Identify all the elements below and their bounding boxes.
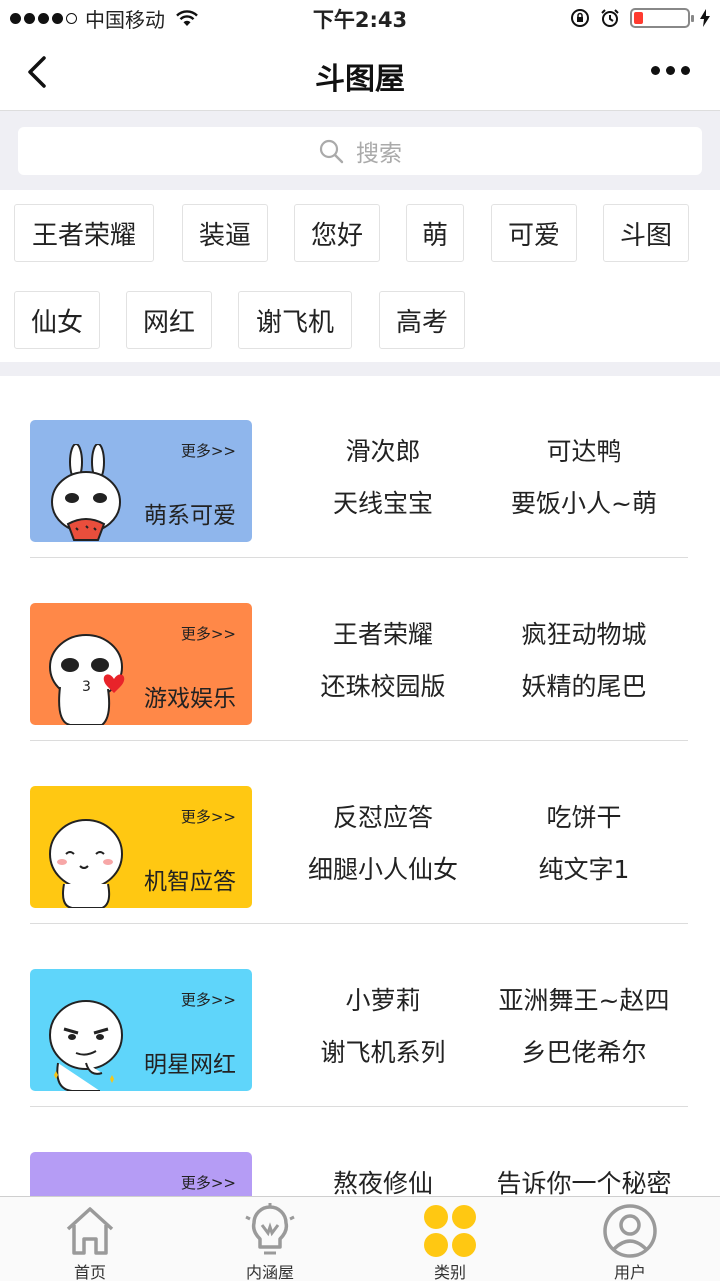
blowing-kiss-sticker-icon: 3 xyxy=(49,634,125,725)
subcategory-link[interactable]: 疯狂动物城 xyxy=(521,615,646,651)
subcategory-link[interactable]: 滑次郎 xyxy=(345,432,420,468)
lightbulb-icon xyxy=(245,1203,295,1255)
tab-neihan[interactable]: 内涵屋 xyxy=(180,1197,360,1282)
tab-label: 首页 xyxy=(73,1263,106,1282)
tag-item[interactable]: 装逼 xyxy=(182,204,268,262)
more-options-icon[interactable] xyxy=(651,66,690,75)
category-grid-icon xyxy=(424,1205,476,1257)
home-icon xyxy=(66,1207,114,1255)
tab-label: 类别 xyxy=(433,1263,466,1282)
tag-item[interactable]: 您好 xyxy=(294,204,380,262)
subcategory-link[interactable]: 亚洲舞王~赵四 xyxy=(499,981,670,1017)
cool-face-sticker-icon xyxy=(49,1000,123,1091)
row-divider xyxy=(30,923,688,924)
battery-icon xyxy=(630,8,694,28)
charging-icon xyxy=(700,9,710,27)
search-icon xyxy=(319,139,344,164)
category-row: 更多>> 明星网红 小萝莉 亚洲舞王~赵四 谢飞机系列 乡巴佬希尔 xyxy=(0,925,720,1107)
search-input[interactable]: 搜索 xyxy=(18,127,702,175)
category-row: 3 更多>> 游戏娱乐 王者荣耀 疯狂动物城 还珠校园版 妖精的尾巴 xyxy=(0,559,720,741)
search-area: 搜索 xyxy=(0,111,720,190)
page-title: 斗图屋 xyxy=(315,62,405,97)
navigation-bar: 斗图屋 xyxy=(0,36,720,111)
status-bar: 中国移动 下午2:43 xyxy=(0,0,720,36)
more-link[interactable]: 更多>> xyxy=(181,1172,236,1193)
row-divider xyxy=(30,557,688,558)
subcategory-link[interactable]: 还珠校园版 xyxy=(320,667,445,703)
face-sticker-icon xyxy=(46,1176,130,1196)
tag-item[interactable]: 网红 xyxy=(126,291,212,349)
tag-item[interactable]: 斗图 xyxy=(603,204,689,262)
subcategory-link[interactable]: 小萝莉 xyxy=(345,981,420,1017)
category-title: 游戏娱乐 xyxy=(144,686,236,712)
section-divider xyxy=(0,362,720,376)
more-link[interactable]: 更多>> xyxy=(181,440,236,461)
row-divider xyxy=(30,1106,688,1107)
category-card[interactable]: 更多>> 萌系可爱 xyxy=(30,420,252,542)
category-title: 萌系可爱 xyxy=(144,503,236,529)
tag-item[interactable]: 萌 xyxy=(406,204,464,262)
search-placeholder: 搜索 xyxy=(356,141,402,167)
alarm-icon xyxy=(601,9,619,27)
category-row: 更多>> 熬夜修仙 告诉你一个秘密 xyxy=(0,1108,720,1196)
user-icon xyxy=(603,1204,657,1258)
tab-label: 用户 xyxy=(613,1263,646,1282)
orientation-lock-icon xyxy=(571,9,589,27)
category-list: 更多>> 萌系可爱 滑次郎 可达鸭 天线宝宝 要饭小人~萌 3 更多>> 游戏娱… xyxy=(0,376,720,1196)
category-card[interactable]: 更多>> 机智应答 xyxy=(30,786,252,908)
bottom-tab-bar: 首页 内涵屋 类别 用户 xyxy=(0,1196,720,1282)
hot-tags: 王者荣耀 装逼 您好 萌 可爱 斗图 仙女 网红 谢飞机 高考 xyxy=(0,190,720,362)
subcategory-link[interactable]: 要饭小人~萌 xyxy=(511,484,657,520)
bunny-sticker-icon xyxy=(51,444,121,541)
tag-item[interactable]: 高考 xyxy=(379,291,465,349)
subcategory-link[interactable]: 可达鸭 xyxy=(546,432,621,468)
subcategory-link[interactable]: 纯文字1 xyxy=(539,850,630,886)
subcategory-link[interactable]: 天线宝宝 xyxy=(333,484,433,520)
row-divider xyxy=(30,740,688,741)
tag-item[interactable]: 谢飞机 xyxy=(238,291,352,349)
tab-category[interactable]: 类别 xyxy=(360,1197,540,1282)
blushing-face-sticker-icon xyxy=(49,819,123,908)
subcategory-link[interactable]: 王者荣耀 xyxy=(333,615,433,651)
more-link[interactable]: 更多>> xyxy=(181,623,236,644)
tag-item[interactable]: 王者荣耀 xyxy=(14,204,154,262)
subcategory-link[interactable]: 吃饼干 xyxy=(546,798,621,834)
status-right xyxy=(570,6,710,30)
tag-item[interactable]: 可爱 xyxy=(491,204,577,262)
category-title: 明星网红 xyxy=(144,1052,236,1078)
subcategory-link[interactable]: 熬夜修仙 xyxy=(333,1164,433,1196)
subcategory-link[interactable]: 细腿小人仙女 xyxy=(308,850,458,886)
battery-level xyxy=(634,12,643,24)
category-row: 更多>> 萌系可爱 滑次郎 可达鸭 天线宝宝 要饭小人~萌 xyxy=(0,376,720,558)
tab-home[interactable]: 首页 xyxy=(0,1197,180,1282)
category-card[interactable]: 更多>> 明星网红 xyxy=(30,969,252,1091)
category-title: 机智应答 xyxy=(144,869,236,895)
subcategory-link[interactable]: 反怼应答 xyxy=(333,798,433,834)
tab-label: 内涵屋 xyxy=(245,1263,294,1282)
category-row: 更多>> 机智应答 反怼应答 吃饼干 细腿小人仙女 纯文字1 xyxy=(0,742,720,924)
more-link[interactable]: 更多>> xyxy=(181,806,236,827)
subcategory-link[interactable]: 谢飞机系列 xyxy=(320,1033,445,1069)
tag-item[interactable]: 仙女 xyxy=(14,291,100,349)
more-link[interactable]: 更多>> xyxy=(181,989,236,1010)
category-card[interactable]: 3 更多>> 游戏娱乐 xyxy=(30,603,252,725)
subcategory-link[interactable]: 乡巴佬希尔 xyxy=(521,1033,646,1069)
category-card[interactable]: 更多>> xyxy=(30,1152,252,1196)
subcategory-link[interactable]: 妖精的尾巴 xyxy=(521,667,646,703)
subcategory-link[interactable]: 告诉你一个秘密 xyxy=(496,1164,671,1196)
tab-user[interactable]: 用户 xyxy=(540,1197,720,1282)
svg-text:3: 3 xyxy=(82,679,91,695)
